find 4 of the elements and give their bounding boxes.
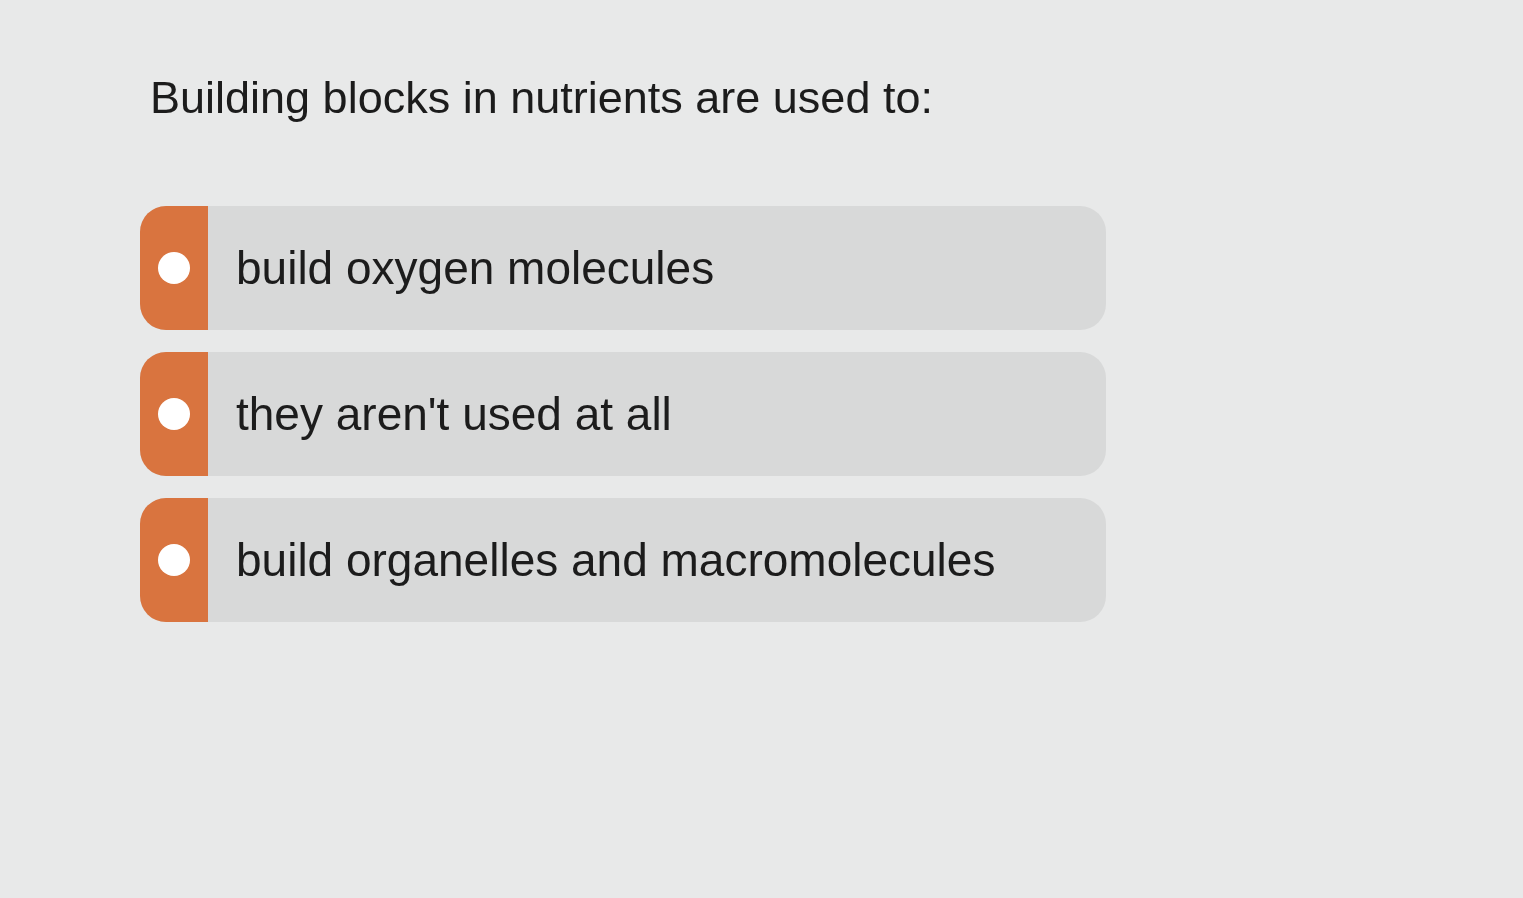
question-text: Building blocks in nutrients are used to:: [149, 71, 933, 125]
answer-option[interactable]: build organelles and macromolecules: [140, 498, 1106, 622]
answer-option[interactable]: build oxygen molecules: [140, 206, 1106, 330]
answer-option[interactable]: they aren't used at all: [140, 352, 1106, 476]
